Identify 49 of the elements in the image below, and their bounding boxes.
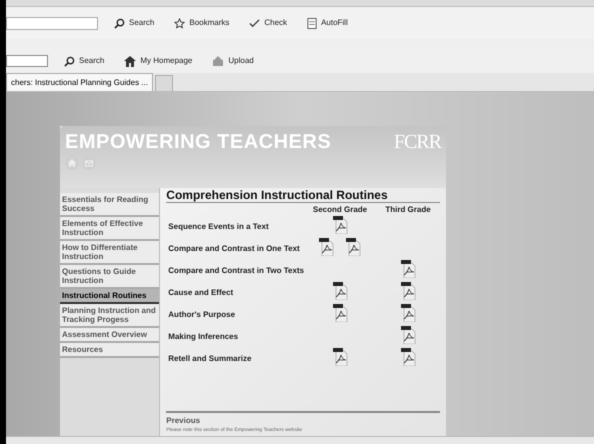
sidebar-item[interactable]: Questions to Guide Instruction (60, 265, 160, 289)
toolbar-button[interactable]: Bookmarks (170, 17, 234, 29)
routine-name: Author's Purpose (167, 309, 236, 321)
pdf-file-icon[interactable] (332, 304, 348, 322)
dropdown-field[interactable] (6, 55, 48, 67)
toolbar-button[interactable]: Search (110, 17, 158, 29)
pdf-file-icon[interactable] (400, 326, 416, 344)
home-icon (124, 56, 136, 66)
search-icon (114, 18, 125, 28)
pdf-file-icon[interactable] (400, 282, 416, 300)
pdf-file-icon[interactable] (400, 260, 416, 278)
pdf-file-icon[interactable] (332, 216, 348, 234)
column-header: Second Grade (312, 204, 368, 216)
pdf-file-icon[interactable] (332, 282, 348, 300)
routine-name: Cause and Effect (167, 287, 234, 299)
site-title: EMPOWERING TEACHERS (65, 132, 332, 152)
sidebar-item[interactable]: Essentials for Reading Success (60, 193, 160, 217)
pdf-file-icon[interactable] (346, 238, 361, 256)
search-combo-field[interactable] (6, 16, 98, 30)
check-icon (249, 18, 260, 28)
browser-tab[interactable]: chers: Instructional Planning Guides ... (6, 73, 153, 91)
toolbar-button[interactable]: Check (245, 17, 292, 29)
previous-link[interactable]: Previous (166, 414, 440, 426)
sidebar-item[interactable]: Assessment Overview (60, 328, 160, 343)
search-icon (64, 56, 75, 66)
toolbar-button[interactable]: AutoFill (303, 17, 352, 29)
page-heading: Comprehension Instructional Routines (166, 188, 388, 202)
routine-name: Sequence Events in a Text (167, 221, 270, 233)
sidebar-item[interactable]: Planning Instruction and Tracking Progess (60, 304, 160, 328)
form-icon (307, 18, 318, 28)
toolbar-button[interactable]: Upload (208, 55, 258, 67)
toolbar-button[interactable]: Search (60, 55, 108, 67)
site-logo: FCRR (394, 132, 441, 155)
routine-name: Making Inferences (167, 331, 240, 343)
routine-name: Compare and Contrast in One Text (167, 243, 301, 255)
routine-name: Retell and Summarize (167, 353, 252, 365)
pdf-file-icon[interactable] (400, 304, 416, 322)
upload-icon (212, 56, 224, 66)
sidebar-item[interactable]: Elements of Effective Instruction (60, 217, 160, 241)
pdf-file-icon[interactable] (332, 348, 348, 366)
column-header: Third Grade (384, 204, 432, 216)
star-icon (174, 18, 186, 28)
routine-name: Compare and Contrast in Two Texts (167, 265, 304, 277)
sidebar-item[interactable]: How to Differentiate Instruction (60, 241, 160, 265)
pdf-file-icon[interactable] (400, 348, 416, 366)
pdf-file-icon[interactable] (319, 238, 334, 256)
toolbar-button[interactable]: My Homepage (120, 55, 196, 67)
sidebar-item[interactable]: Instructional Routines (60, 289, 160, 304)
sidebar-item[interactable]: Resources (60, 343, 160, 358)
